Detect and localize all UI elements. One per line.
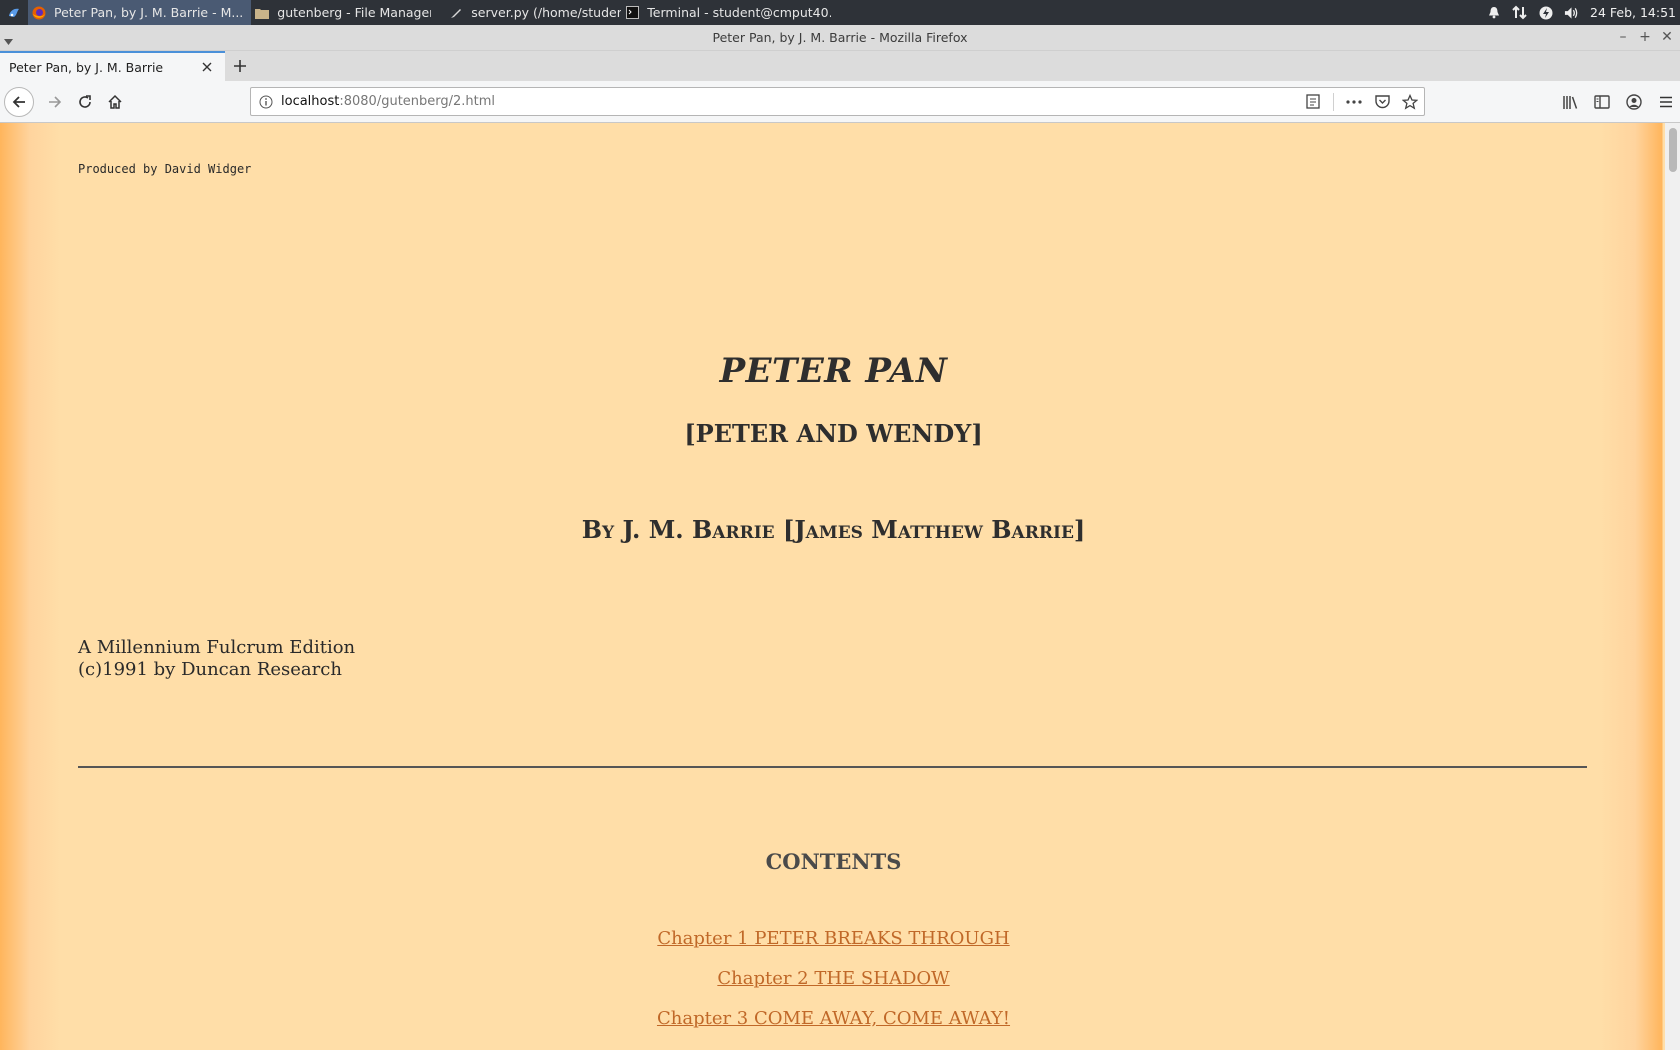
url-host: localhost <box>281 94 340 109</box>
toc-link-chapter-2[interactable]: Chapter 2 THE SHADOW <box>717 968 949 989</box>
plus-icon <box>234 60 246 72</box>
bookmark-star-icon[interactable] <box>1396 88 1424 115</box>
taskbar-item-file-manager[interactable]: gutenberg - File Manager <box>251 0 431 25</box>
new-tab-button[interactable] <box>225 51 255 81</box>
toc-item: Chapter 1 PETER BREAKS THROUGH <box>0 928 1667 968</box>
clock[interactable]: 24 Feb, 14:51 <box>1590 5 1676 20</box>
taskbar-item-label: gutenberg - File Manager <box>277 5 432 20</box>
copyright-line: (c)1991 by Duncan Research <box>78 659 342 680</box>
folder-icon <box>255 6 270 20</box>
book-subtitle: [PETER AND WENDY] <box>684 419 983 448</box>
tab-peter-pan[interactable]: Peter Pan, by J. M. Barrie <box>0 51 225 81</box>
taskbar-item-label: server.py (/home/student/C... <box>471 5 622 20</box>
window-titlebar: Peter Pan, by J. M. Barrie - Mozilla Fir… <box>0 25 1680 51</box>
toc-link-chapter-3[interactable]: Chapter 3 COME AWAY, COME AWAY! <box>657 1008 1010 1029</box>
url-path: :8080/gutenberg/2.html <box>339 94 496 109</box>
address-bar[interactable]: localhost:8080/gutenberg/2.html <box>250 87 1425 116</box>
scrollbar-thumb[interactable] <box>1669 128 1677 172</box>
reload-icon <box>79 94 91 108</box>
home-icon <box>108 94 122 109</box>
pocket-icon[interactable] <box>1368 88 1396 115</box>
edition-info: A Millennium Fulcrum Edition (c)1991 by … <box>78 637 355 681</box>
window-menu-icon[interactable] <box>4 33 13 48</box>
volume-icon[interactable] <box>1564 5 1579 20</box>
firefox-icon <box>32 6 46 20</box>
back-button[interactable] <box>4 86 34 117</box>
toc-item: Chapter 2 THE SHADOW <box>0 968 1667 1008</box>
toc-item: Chapter 3 COME AWAY, COME AWAY! <box>0 1008 1667 1048</box>
network-icon[interactable] <box>1512 5 1527 20</box>
back-arrow-icon <box>12 95 25 108</box>
tab-title: Peter Pan, by J. M. Barrie <box>9 59 164 75</box>
book-title: PETER PAN <box>719 351 948 391</box>
bell-icon[interactable] <box>1486 5 1501 20</box>
tab-strip: Peter Pan, by J. M. Barrie <box>0 51 1680 81</box>
toc-link-chapter-1[interactable]: Chapter 1 PETER BREAKS THROUGH <box>657 928 1009 949</box>
vertical-scrollbar[interactable] <box>1665 123 1680 1050</box>
desktop-taskbar: Peter Pan, by J. M. Barrie - M... gutenb… <box>0 0 1680 25</box>
site-info-icon[interactable] <box>251 95 281 109</box>
navigation-toolbar: localhost:8080/gutenberg/2.html <box>0 81 1680 123</box>
page-actions-icon[interactable] <box>1340 88 1368 115</box>
forward-arrow-icon <box>49 95 62 108</box>
taskbar-item-label: Terminal - student@cmput40... <box>647 5 832 20</box>
taskbar-item-editor[interactable]: server.py (/home/student/C... <box>431 0 621 25</box>
pen-icon <box>449 6 463 20</box>
account-icon[interactable] <box>1620 87 1648 117</box>
reader-view-icon[interactable] <box>1299 88 1327 115</box>
book-author: By J. M. Barrie [James Matthew Barrie] <box>581 515 1086 544</box>
maximize-icon[interactable]: + <box>1638 28 1652 46</box>
taskbar-item-terminal[interactable]: Terminal - student@cmput40... <box>621 0 831 25</box>
terminal-icon <box>625 6 639 20</box>
divider <box>1333 92 1334 111</box>
power-icon[interactable] <box>1538 5 1553 20</box>
app-menu-icon[interactable] <box>0 0 28 25</box>
horizontal-rule <box>78 766 1587 768</box>
close-window-icon[interactable]: ✕ <box>1660 28 1674 46</box>
table-of-contents: Chapter 1 PETER BREAKS THROUGH Chapter 2… <box>0 928 1667 1048</box>
taskbar-item-firefox[interactable]: Peter Pan, by J. M. Barrie - M... <box>28 0 252 25</box>
forward-button[interactable] <box>40 87 70 117</box>
close-tab-icon[interactable] <box>199 59 215 75</box>
edition-line: A Millennium Fulcrum Edition <box>78 637 356 658</box>
sidebar-icon[interactable] <box>1588 87 1616 117</box>
reload-button[interactable] <box>70 87 100 117</box>
contents-heading: CONTENTS <box>765 849 902 874</box>
page-content: Produced by David Widger PETER PAN [PETE… <box>0 123 1680 1050</box>
window-title: Peter Pan, by J. M. Barrie - Mozilla Fir… <box>712 30 968 45</box>
home-button[interactable] <box>100 87 130 117</box>
taskbar-item-label: Peter Pan, by J. M. Barrie - M... <box>54 5 244 20</box>
library-icon[interactable] <box>1556 87 1584 117</box>
produced-by-note: Produced by David Widger <box>78 162 252 176</box>
hamburger-menu-icon[interactable] <box>1652 87 1680 117</box>
minimize-icon[interactable]: – <box>1616 28 1630 46</box>
